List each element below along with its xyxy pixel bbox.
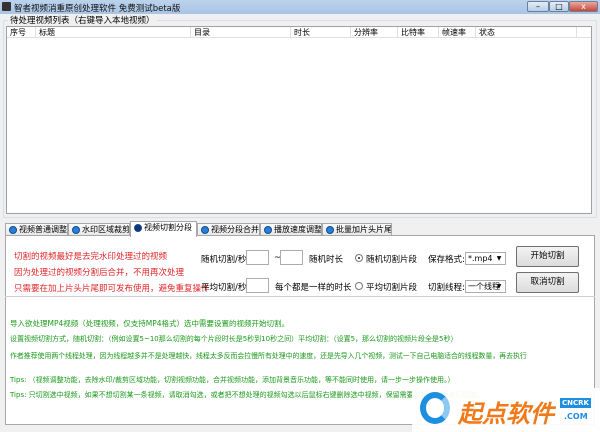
note-2: 因为处理过的视频分割后合并，不用再次处理 xyxy=(14,268,185,278)
avg-duration-label: 每个都是一样的时长 xyxy=(275,283,352,293)
watermark-sub: CNCRK xyxy=(560,398,591,408)
logo-circle-icon xyxy=(420,392,450,424)
tab-icon xyxy=(134,224,142,232)
close-button[interactable]: x xyxy=(569,1,598,12)
window-title: 智者视频消重原创处理软件 免费测试beta版 xyxy=(14,4,181,14)
save-format-value: *.mp4 xyxy=(468,254,493,263)
tab-video-split[interactable]: 视频切割分段 xyxy=(130,221,197,237)
col-title[interactable]: 标题 xyxy=(36,27,191,38)
col-status[interactable]: 状态 xyxy=(476,27,577,38)
watermark-text: 起点软件 xyxy=(458,400,554,428)
col-filler xyxy=(577,27,591,38)
instruction-2: 设置视频切割方式，随机切割：（例如设置5~10那么切割的每个片段时长是5秒到10… xyxy=(10,335,458,343)
title-bar: 智者视频消重原创处理软件 免费测试beta版 – □ x xyxy=(0,0,600,14)
save-format-select[interactable]: *.mp4 ▼ xyxy=(465,252,506,265)
instruction-3: 作者推荐使用两个线程处理，因为线程越多并不是处理越快，线程太多反而会拉慢所有处理… xyxy=(10,352,527,360)
avg-split-label: 平均切割/秒: xyxy=(201,283,250,293)
avg-split-input[interactable] xyxy=(246,278,269,293)
tab-label: 批量加片头片尾 xyxy=(336,225,392,234)
tab-icon xyxy=(326,226,334,234)
random-split-radio-label[interactable]: 随机切割片段 xyxy=(366,253,417,265)
avg-split-radio-label[interactable]: 平均切割片段 xyxy=(366,281,417,293)
col-bitrate[interactable]: 比特率 xyxy=(398,27,439,38)
video-list-title: 待处理视频列表（右键导入本地视频） xyxy=(8,14,157,26)
chevron-down-icon: ▼ xyxy=(496,255,502,262)
col-duration[interactable]: 时长 xyxy=(291,27,351,38)
minimize-button[interactable]: – xyxy=(527,1,549,12)
tab-icon xyxy=(264,226,272,234)
random-split-radio[interactable] xyxy=(355,254,363,262)
thread-select[interactable]: 一个线程 ▼ xyxy=(465,280,506,293)
col-index[interactable]: 序号 xyxy=(7,27,36,38)
random-to-input[interactable] xyxy=(280,250,303,265)
save-format-label: 保存格式: xyxy=(428,255,465,265)
maximize-button[interactable]: □ xyxy=(549,1,569,12)
divider xyxy=(5,296,595,297)
note-1: 切割的视频最好是去完水印处理过的视频 xyxy=(14,252,168,262)
random-split-label: 随机切割/秒: xyxy=(201,255,250,265)
random-from-input[interactable] xyxy=(246,250,269,265)
tab-icon xyxy=(201,226,209,234)
tab-label: 视频普通调整 xyxy=(19,225,67,234)
tab-label: 水印区域裁剪 xyxy=(82,225,130,234)
col-resolution[interactable]: 分辨率 xyxy=(351,27,398,38)
tab-icon xyxy=(72,226,80,234)
watermark-logo: 起点软件 CNCRK .COM xyxy=(412,388,600,432)
avg-split-radio[interactable] xyxy=(355,282,363,290)
chevron-down-icon: ▼ xyxy=(496,283,502,290)
random-duration-label: 随机时长 xyxy=(309,255,344,265)
video-list[interactable]: 序号 标题 目录 时长 分辨率 比特率 帧速率 状态 xyxy=(6,26,592,214)
col-framerate[interactable]: 帧速率 xyxy=(439,27,476,38)
start-split-button[interactable]: 开始切割 xyxy=(516,246,579,267)
app-icon xyxy=(2,2,11,11)
cancel-split-button[interactable]: 取消切割 xyxy=(516,272,579,293)
tip-1: Tips: （视频调整功能，去除水印/裁剪区域功能，切割视频功能，合并视频功能，… xyxy=(10,376,455,384)
tab-label: 视频分段合并 xyxy=(211,225,259,234)
watermark-domain: .COM xyxy=(564,412,588,421)
tab-icon xyxy=(9,226,17,234)
tab-label: 视频切割分段 xyxy=(144,223,192,232)
thread-label: 切割线程: xyxy=(428,283,465,293)
tab-label: 播放速度调整 xyxy=(274,225,322,234)
note-3: 只需要在加上片头片尾即可发布使用，避免重复操作 xyxy=(14,284,210,294)
instruction-1: 导入欲处理MP4视频（处理视频，仅支持MP4格式）选中需要设置的视频开始切割。 xyxy=(10,319,290,328)
col-directory[interactable]: 目录 xyxy=(191,27,291,38)
